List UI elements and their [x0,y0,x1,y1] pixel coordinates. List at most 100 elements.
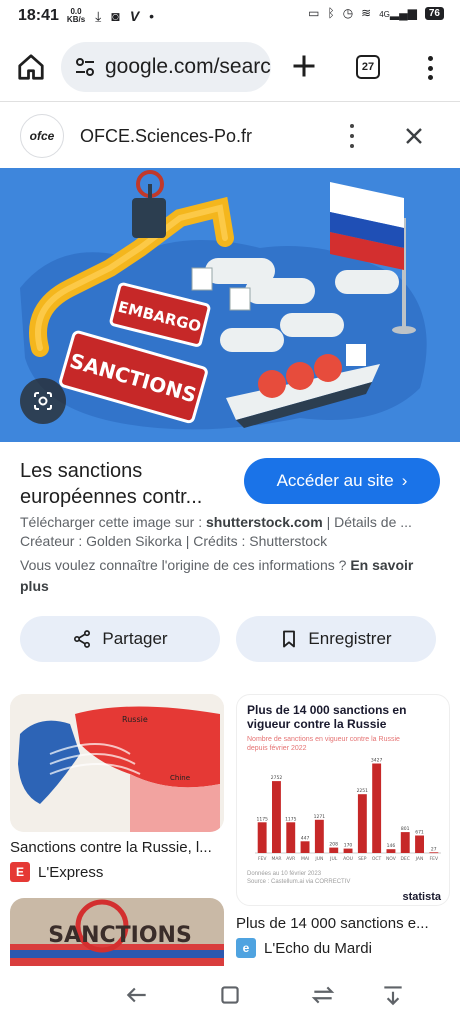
system-nav-bar [0,966,460,1024]
chart-tick-label: JUL [329,856,338,862]
signal-icon: 4G▂▄▆ [379,6,417,20]
chart-bar [400,832,410,853]
chart-tick-label: MAI [301,856,309,862]
origin-info: Vous voulez connaître l'origine de ces i… [20,555,440,597]
chart-data-label: 146 [387,843,396,849]
app-v-icon: V [129,8,140,24]
chart-bar [357,794,367,853]
new-tab-icon[interactable] [290,52,318,80]
download-site-link[interactable]: shutterstock.com [206,514,323,530]
cast-icon: ▭ [308,6,320,20]
related-source-name-1: L'Express [38,863,104,881]
related-source-name-2: L'Echo du Mardi [264,939,372,957]
camera-icon: ◙ [111,8,120,24]
download-icon: ⤓ [95,7,102,24]
image-source-header: ofce OFCE.Sciences-Po.fr [0,102,460,168]
share-label: Partager [102,629,168,648]
home-nav-icon[interactable] [217,982,243,1008]
chart-tick-label: DEC [400,856,409,862]
site-settings-icon[interactable] [73,55,97,79]
browser-toolbar: google.com/search 27 [0,38,460,96]
related-image-map[interactable]: Russie Chine [10,694,224,832]
related-source-1[interactable]: E L'Express [10,862,103,882]
address-bar[interactable]: google.com/search [61,42,271,92]
chart-data-label: 671 [415,830,424,836]
chart-bar [386,849,396,853]
chart-bar [343,848,353,853]
download-prefix: Télécharger cette image sur : [20,514,206,530]
statista-note: Données au 10 février 2023 [247,871,322,877]
chart-tick-label: JAN [415,856,424,862]
chart-tick-label: AOU [343,856,353,862]
sanctions-stamp-thumbnail: SANCTIONS [10,898,224,968]
origin-question: Vous voulez connaître l'origine de ces i… [20,557,351,573]
chevron-right-icon: › [401,471,408,490]
credits-info: Créateur : Golden Sikorka | Crédits : Sh… [20,533,328,549]
bookmark-icon [283,630,296,648]
share-button[interactable]: Partager [20,616,220,662]
chart-bar [415,835,424,853]
network-speed: 0.0 KB/s [67,8,85,24]
related-source-2[interactable]: e L'Echo du Mardi [236,938,372,958]
statista-brand: statista [402,891,441,903]
related-image-statista[interactable]: Plus de 14 000 sanctions en vigueur cont… [236,694,450,906]
related-caption-1[interactable]: Sanctions contre la Russie, l... [10,839,226,856]
lexpress-favicon: E [10,862,30,882]
chart-tick-label: MAR [271,856,281,862]
chart-tick-label: AVR [286,856,295,862]
bluetooth-icon: ᛒ [327,6,335,20]
speed-unit: KB/s [66,15,86,24]
share-icon [74,630,91,648]
statista-title: Plus de 14 000 sanctions en vigueur cont… [247,703,407,731]
source-logo: ofce [20,114,64,158]
chart-tick-label: JUN [314,856,323,862]
related-image-sanctions[interactable]: SANCTIONS [10,898,224,968]
home-icon[interactable] [16,52,46,82]
chart-data-label: 1175 [256,816,268,822]
tab-switcher-button[interactable]: 27 [356,55,380,79]
chart-bar [286,822,296,853]
visit-site-button[interactable]: Accéder au site › [244,458,440,504]
chart-bar [272,781,281,853]
chart-data-label: 1175 [285,816,297,822]
google-lens-button[interactable] [20,378,66,424]
hide-nav-icon[interactable] [380,982,406,1008]
chart-data-label: 2752 [271,775,283,781]
chart-data-label: 170 [344,843,353,849]
chart-data-label: 2251 [357,788,369,794]
chart-tick-label: SEP [358,856,367,862]
source-name[interactable]: OFCE.Sciences-Po.fr [80,126,252,147]
statista-subtitle: Nombre de sanctions en vigueur contre la… [247,736,400,752]
url-text: google.com/search [105,55,271,78]
browser-menu-icon[interactable] [420,54,440,82]
result-title[interactable]: Les sanctions européennes contr... [20,458,230,510]
statista-source: Source : Castellum.ai via CORRECTIV [247,879,351,885]
sanctions-stamp-text: SANCTIONS [48,923,192,948]
chart-data-label: 801 [401,826,410,832]
recents-icon[interactable] [310,982,336,1008]
chart-tick-label: NOV [386,856,397,862]
details-link[interactable]: | Détails de ... [323,514,412,530]
chart-tick-label: FEV [258,856,267,862]
wifi-icon: ≋ [361,6,372,20]
map-label-china: Chine [170,774,190,782]
close-icon[interactable] [402,124,426,148]
related-caption-2[interactable]: Plus de 14 000 sanctions e... [236,915,450,932]
source-logo-text: ofce [29,129,55,143]
more-options-icon[interactable] [346,124,358,148]
hero-image[interactable]: EMBARGO SANCTIONS [0,168,460,442]
signal-label: 4G [379,10,390,19]
chart-bar [300,841,310,853]
chart-bar [372,763,382,853]
sanctions-illustration: EMBARGO SANCTIONS [0,168,460,442]
save-label: Enregistrer [308,629,392,648]
chart-bar [329,847,339,853]
download-info: Télécharger cette image sur : shuttersto… [20,512,440,532]
back-icon[interactable] [124,982,150,1008]
notification-dot-icon: • [149,8,155,24]
system-icons: ▭ ᛒ ◷ ≋ 4G▂▄▆ 76 [308,6,444,20]
chart-data-label: 27 [431,846,437,852]
clock: 18:41 [18,7,59,24]
battery-icon: 76 [424,6,444,20]
save-button[interactable]: Enregistrer [236,616,436,662]
